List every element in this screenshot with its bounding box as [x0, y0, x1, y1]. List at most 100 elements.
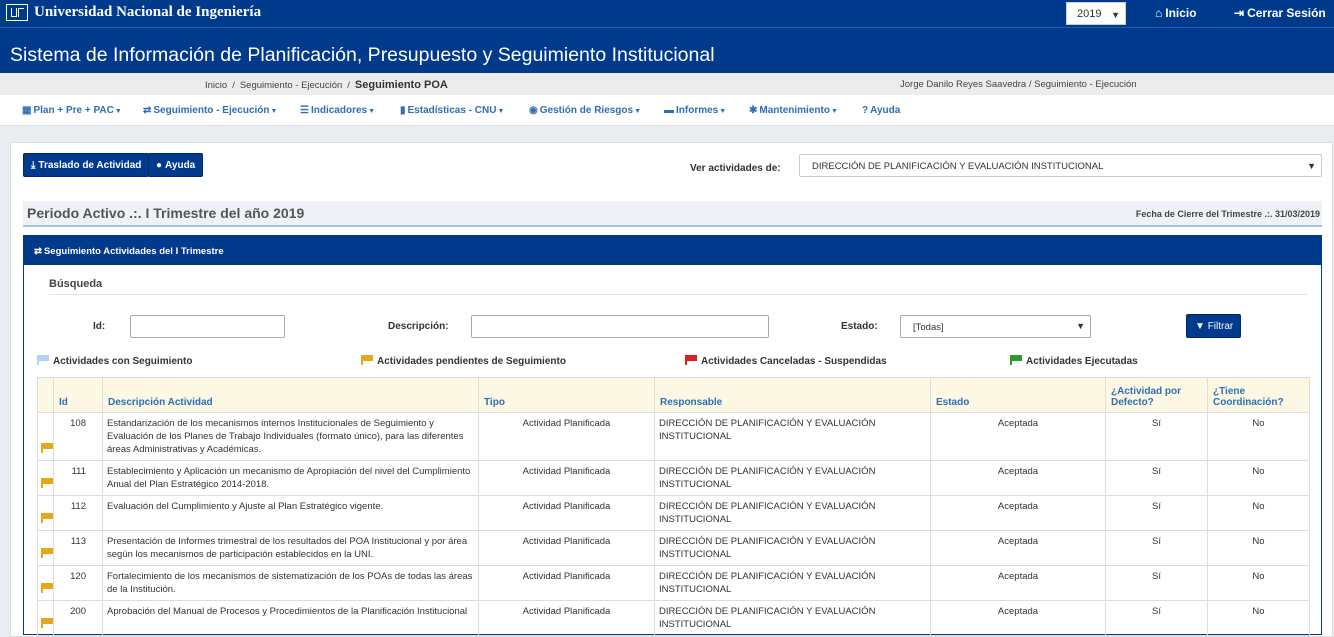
retweet-icon: ⇄ [143, 105, 152, 116]
cell-desc: Establecimiento y Aplicación un mecanism… [102, 460, 479, 496]
flag-icon [685, 355, 698, 365]
desc-label: Descripción: [388, 321, 449, 332]
legend-label: Actividades Ejecutadas [1026, 356, 1138, 367]
breadcrumb-home[interactable]: Inicio [205, 80, 227, 91]
th-tipo[interactable]: Tipo [478, 377, 655, 413]
cell-defecto: Sí [1105, 600, 1208, 636]
desc-input[interactable] [471, 315, 769, 338]
panel-header: ⇄ Seguimiento Actividades del I Trimestre [24, 236, 1321, 265]
menu-mantenimiento[interactable]: ✱ Mantenimiento▼ [749, 105, 838, 116]
cell-id: 113 [53, 530, 103, 566]
cell-desc: Evaluación del Cumplimiento y Ajuste al … [102, 495, 479, 531]
cell-tipo: Actividad Planificada [478, 495, 655, 531]
legend-canceladas: Actividades Canceladas - Suspendidas [685, 355, 887, 367]
year-select[interactable]: 2019 ▼ [1066, 2, 1126, 25]
menu-estadisticas[interactable]: ▮ Estadísticas - CNU▼ [400, 105, 504, 116]
main-menu: ▦ Plan + Pre + PAC▼ ⇄ Seguimiento - Ejecuc… [0, 95, 1334, 126]
year-value: 2019 [1077, 8, 1102, 20]
th-flag [37, 377, 54, 413]
ayuda-button[interactable]: ● Ayuda [148, 153, 204, 177]
legend-con-seguimiento: Actividades con Seguimiento [37, 355, 192, 367]
filter-label: Filtrar [1207, 321, 1234, 332]
cell-estado: Aceptada [930, 460, 1106, 496]
th-resp[interactable]: Responsable [654, 377, 931, 413]
th-id[interactable]: Id [53, 377, 103, 413]
cell-desc: Estandarización de los mecanismos intern… [102, 412, 479, 461]
th-coord[interactable]: ¿Tiene Coordinación? [1207, 377, 1310, 413]
cell-id: 108 [53, 412, 103, 461]
traslado-label: Traslado de Actividad [38, 160, 142, 171]
cell-coord: No [1207, 565, 1310, 601]
menu-ayuda[interactable]: ? Ayuda [862, 105, 900, 116]
row-flag [37, 565, 54, 601]
caret-down-icon: ▼ [830, 108, 838, 115]
th-estado[interactable]: Estado [930, 377, 1106, 413]
table-row[interactable]: 200 Aprobación del Manual de Procesos y P… [37, 600, 1310, 636]
menu-seguimiento[interactable]: ⇄ Seguimiento - Ejecución▼ [143, 105, 277, 116]
legend-label: Actividades con Seguimiento [53, 356, 193, 367]
table-row[interactable]: 120 Fortalecimiento de los mecanismos de … [37, 565, 1310, 601]
menu-indicadores[interactable]: ☰ Indicadores▼ [300, 105, 375, 116]
table-row[interactable]: 112 Evaluación del Cumplimiento y Ajuste … [37, 495, 1310, 531]
uni-logo [6, 4, 28, 21]
id-input[interactable] [130, 315, 285, 338]
cell-coord: No [1207, 460, 1310, 496]
logout-link[interactable]: ⇥ Cerrar Sesión [1234, 6, 1326, 20]
traslado-button[interactable]: ⤓ Traslado de Actividad [23, 153, 150, 177]
gear-icon: ✱ [749, 105, 758, 116]
menu-ayuda-label: Ayuda [870, 105, 901, 116]
flag-icon [361, 355, 374, 365]
menu-riesgos[interactable]: ◉ Gestión de Riesgos▼ [529, 105, 641, 116]
menu-plan[interactable]: ▦ Plan + Pre + PAC▼ [22, 105, 122, 116]
cell-coord: No [1207, 600, 1310, 636]
th-desc[interactable]: Descripción Actividad [102, 377, 479, 413]
cell-resp: DIRECCIÓN DE PLANIFICACIÓN Y EVALUACIÓN … [654, 600, 931, 636]
search-title: Búsqueda [49, 278, 103, 290]
row-flag [37, 530, 54, 566]
filter-button[interactable]: ▼ Filtrar [1186, 314, 1241, 338]
menu-mantenimiento-label: Mantenimiento [759, 105, 830, 116]
table-header-row: Id Descripción Actividad Tipo Responsabl… [37, 377, 1310, 413]
menu-estadisticas-label: Estadísticas - CNU [407, 105, 497, 116]
pending-flag-icon [41, 513, 54, 523]
caret-down-icon: ▼ [634, 108, 642, 115]
home-icon: ⌂ [1155, 6, 1163, 20]
home-link[interactable]: ⌂ Inicio [1155, 6, 1197, 20]
retweet-icon: ⇄ [34, 246, 42, 257]
table-row[interactable]: 108 Estandarización de los mecanismos int… [37, 412, 1310, 461]
filter-icon: ▼ [1195, 321, 1205, 332]
cell-coord: No [1207, 530, 1310, 566]
top-bar: Universidad Nacional de Ingeniería 2019 … [0, 0, 1334, 27]
user-info: Jorge Danilo Reyes Saavedra / Seguimient… [900, 79, 1137, 90]
dept-select[interactable]: DIRECCIÓN DE PLANIFICACIÓN Y EVALUACIÓN … [799, 154, 1322, 177]
th-defecto[interactable]: ¿Actividad por Defecto? [1105, 377, 1208, 413]
cell-estado: Aceptada [930, 600, 1106, 636]
caret-down-icon: ▼ [368, 108, 376, 115]
menu-riesgos-label: Gestión de Riesgos [539, 105, 634, 116]
cell-resp: DIRECCIÓN DE PLANIFICACIÓN Y EVALUACIÓN … [654, 565, 931, 601]
cell-desc: Fortalecimiento de los mecanismos de sis… [102, 565, 479, 601]
logout-icon: ⇥ [1234, 6, 1245, 20]
logout-label: Cerrar Sesión [1247, 6, 1326, 20]
divider [49, 294, 1308, 295]
table-row[interactable]: 113 Presentación de Informes trimestral d… [37, 530, 1310, 566]
table-row[interactable]: 111 Establecimiento y Aplicación un mecan… [37, 460, 1310, 496]
cell-estado: Aceptada [930, 565, 1106, 601]
download-icon: ⤓ [31, 160, 36, 171]
cell-id: 111 [53, 460, 103, 496]
breadcrumb-seguimiento[interactable]: Seguimiento - Ejecución [240, 80, 342, 91]
pending-flag-icon [41, 618, 54, 628]
folder-icon: ▬ [664, 105, 674, 116]
row-flag [37, 600, 54, 636]
breadcrumb-current: Seguimiento POA [354, 79, 448, 91]
cell-id: 120 [53, 565, 103, 601]
breadcrumb: Inicio / Seguimiento - Ejecución / Seguimien… [205, 79, 448, 91]
menu-informes[interactable]: ▬ Informes▼ [664, 105, 726, 116]
cell-defecto: Sí [1105, 565, 1208, 601]
legend-ejecutadas: Actividades Ejecutadas [1010, 355, 1138, 367]
estado-select[interactable]: [Todas] ▼ [900, 315, 1091, 338]
ver-actividades-label: Ver actividades de: [690, 163, 781, 174]
cell-resp: DIRECCIÓN DE PLANIFICACIÓN Y EVALUACIÓN … [654, 530, 931, 566]
caret-down-icon: ▼ [719, 108, 727, 115]
cell-coord: No [1207, 495, 1310, 531]
